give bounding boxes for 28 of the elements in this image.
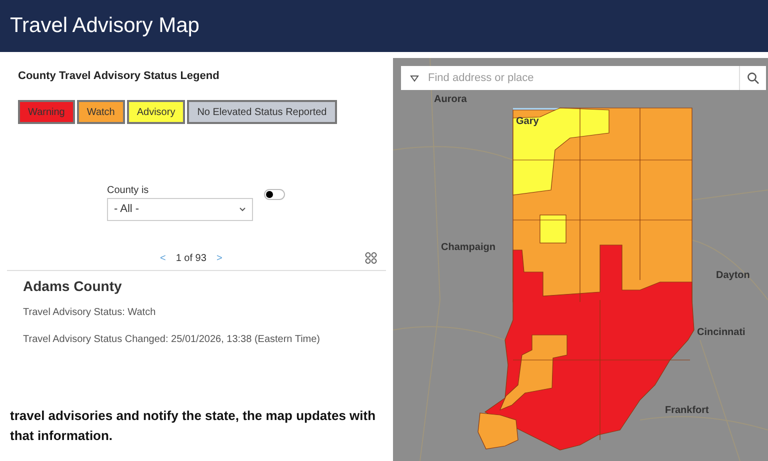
page-counter: 1 of 93 xyxy=(176,252,206,266)
previous-button[interactable]: < xyxy=(160,251,166,266)
toggle-switch[interactable] xyxy=(264,189,285,200)
legend-swatch: Advisory xyxy=(126,100,186,124)
caption-text: travel advisories and notify the state, the map updates with that information. xyxy=(10,407,377,445)
filter-label: County is xyxy=(107,184,149,198)
search-field[interactable]: Find address or place xyxy=(401,66,766,90)
county-dropdown[interactable]: - All - xyxy=(107,198,253,221)
app-title: Travel Advisory Map xyxy=(10,13,200,40)
search-icon[interactable] xyxy=(747,72,759,84)
legend-swatch: Warning xyxy=(18,100,75,124)
feature-field: Travel Advisory Status: Watch xyxy=(23,305,320,320)
map-place-label: Aurora xyxy=(434,94,467,106)
map-place-label: Gary xyxy=(516,116,539,128)
map-place-label: Frankfort xyxy=(665,405,709,417)
legend-title: County Travel Advisory Status Legend xyxy=(18,69,220,84)
feature-title: Adams County xyxy=(23,277,122,296)
caret-down-icon[interactable] xyxy=(410,74,419,82)
map-place-label: Cincinnati xyxy=(697,327,746,339)
map-background[interactable]: Aurora Gary Champaign Dayton Cincinnati Frankfort Find address or place xyxy=(393,58,768,461)
legend-swatch: No Elevated Status Reported xyxy=(187,100,337,124)
legend-swatch: Watch xyxy=(76,100,125,124)
map-place-label: Dayton xyxy=(716,270,750,282)
grid-icon[interactable] xyxy=(365,252,377,264)
chevron-down-icon xyxy=(239,207,246,212)
map-place-label: Champaign xyxy=(441,242,496,254)
next-button[interactable]: > xyxy=(216,251,222,266)
feature-field: Travel Advisory Status Changed: 25/01/2026, 13:38 (Eastern Time) xyxy=(23,332,320,347)
